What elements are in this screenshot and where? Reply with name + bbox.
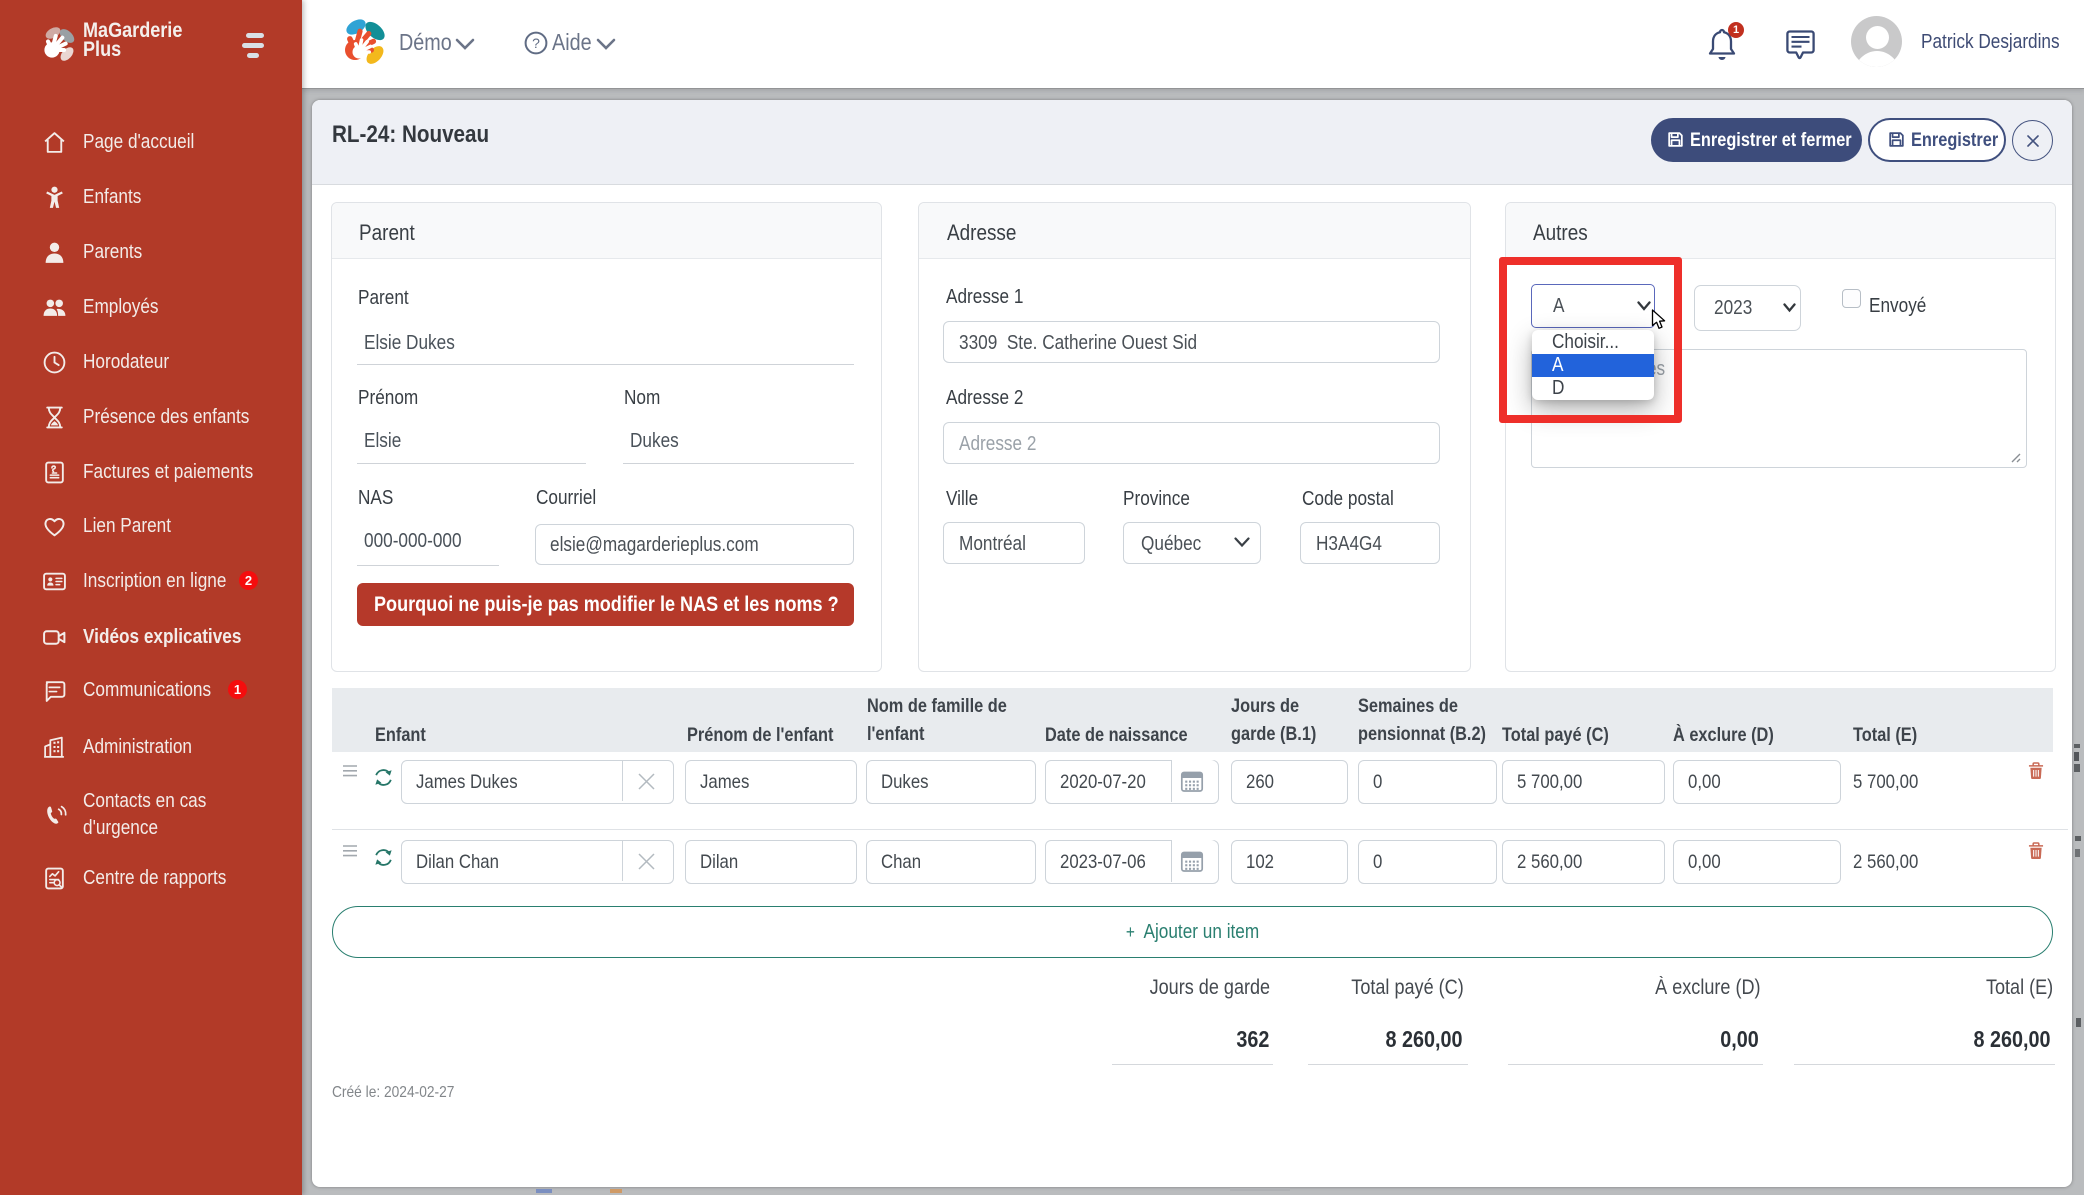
svg-text:?: ? bbox=[532, 35, 540, 51]
